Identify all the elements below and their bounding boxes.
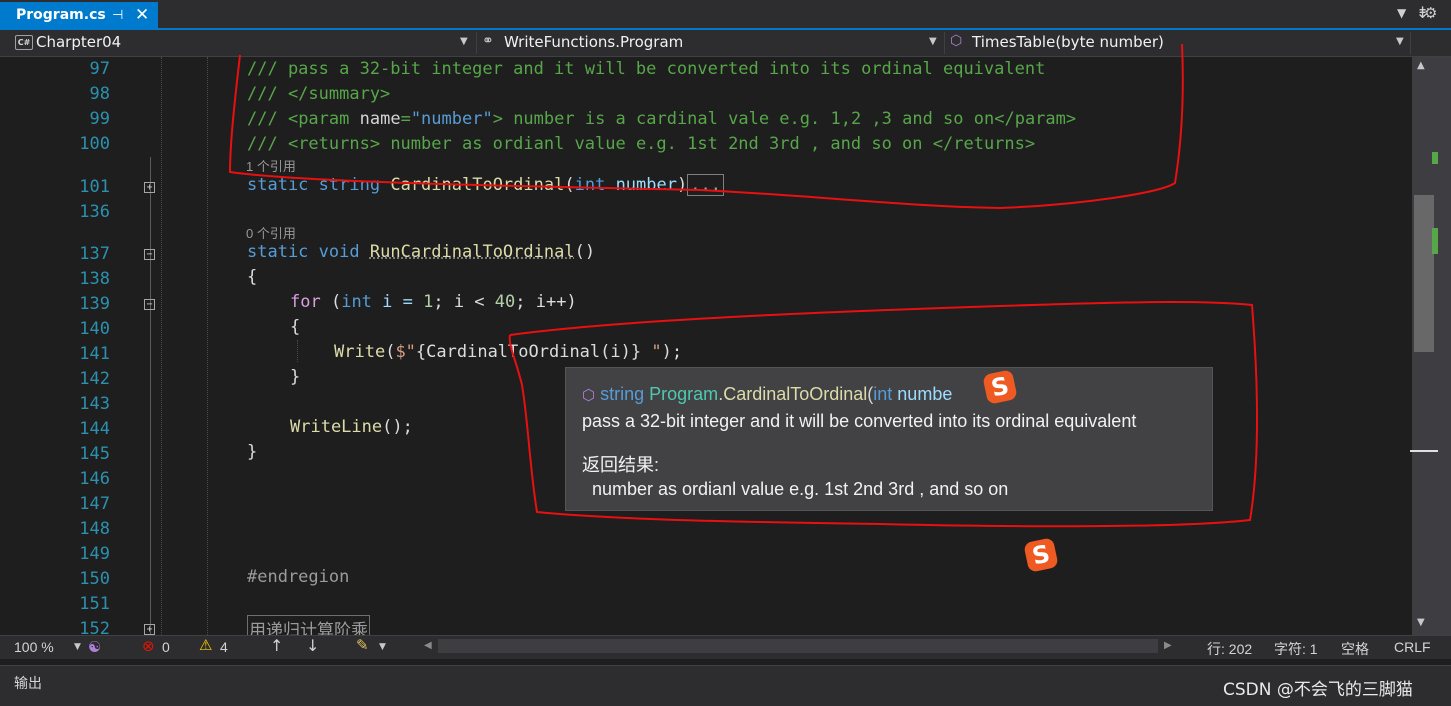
annotation-overlay <box>228 43 1258 528</box>
annotation-outline <box>508 301 1258 528</box>
annotation-outline <box>228 43 1184 210</box>
